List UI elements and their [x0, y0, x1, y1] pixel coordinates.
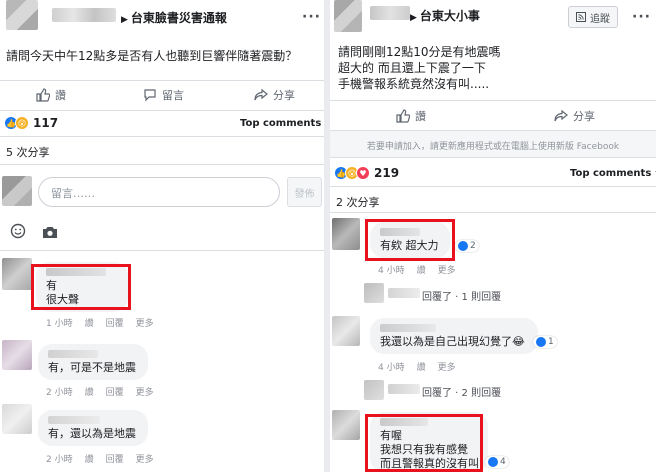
rss-icon: [576, 12, 586, 22]
commenter-avatar: [2, 258, 32, 290]
emoji-icon[interactable]: [10, 223, 26, 243]
page-avatar[interactable]: [6, 0, 38, 30]
comment-icon: [144, 89, 156, 102]
comment-meta: 2 小時讚回覆 更多: [46, 388, 154, 398]
like-button[interactable]: 讚: [36, 87, 66, 103]
author-name-pixelated: [52, 8, 116, 22]
commenter-name-pixelated: [380, 418, 428, 426]
comment-meta: 2 小時讚回覆 更多: [46, 455, 154, 465]
follow-button[interactable]: 追蹤: [568, 6, 618, 28]
comment-more-link[interactable]: 更多: [136, 455, 154, 465]
share-count[interactable]: 2 次分享: [336, 194, 380, 210]
comment-bubble: 有欸 超大力: [370, 222, 450, 258]
share-icon: [554, 109, 568, 122]
right-post-panel: ▶ 台東大小事 追蹤 ··· 請問剛剛12點10分是有地震嗎 超大的 而且還上下震…: [330, 0, 656, 472]
reactions-summary[interactable]: 👍 😮 117: [4, 116, 58, 130]
share-icon: [254, 88, 268, 101]
like-icon: [36, 88, 50, 102]
comment-more-link[interactable]: 更多: [136, 388, 154, 398]
like-reaction-icon: [458, 241, 468, 251]
page-name[interactable]: ▶ 台東大小事: [410, 7, 480, 24]
camera-icon[interactable]: [42, 224, 58, 243]
post-text: 請問剛剛12點10分是有地震嗎 超大的 而且還上下震了一下 手機警報系統竟然沒有…: [338, 45, 501, 91]
page-avatar[interactable]: [334, 0, 362, 32]
view-replies-link[interactable]: 回覆了 · 1 則回覆: [422, 288, 501, 303]
comment-bubble: 有，可是不是地震: [38, 344, 148, 380]
share-count[interactable]: 5 次分享: [6, 144, 50, 160]
comment-more-link[interactable]: 更多: [438, 266, 456, 276]
comment-reaction-badge[interactable]: 1: [533, 336, 557, 348]
commenter-avatar: [332, 218, 360, 250]
like-reaction-icon: [488, 457, 498, 467]
post-comment-button[interactable]: 發佈: [287, 177, 322, 207]
comment-meta: 4 小時讚更多: [378, 363, 456, 373]
top-comments-selector[interactable]: Top comments: [570, 168, 656, 179]
my-avatar: [2, 176, 32, 206]
comment-bubble: 有 很大聲: [36, 262, 128, 312]
comment-input[interactable]: 留言……: [38, 177, 280, 207]
comment-reaction-badge[interactable]: 2: [455, 240, 479, 252]
view-replies-link[interactable]: 回覆了 · 2 則回覆: [422, 384, 501, 399]
reactions-summary[interactable]: 👍 😮 ♥ 219: [334, 166, 399, 180]
replier-avatar: [364, 380, 384, 400]
share-button[interactable]: 分享: [254, 87, 295, 103]
share-button[interactable]: 分享: [554, 108, 595, 124]
commenter-name-pixelated: [48, 350, 98, 358]
commenter-name-pixelated: [380, 228, 420, 236]
comment-button[interactable]: 留言: [143, 87, 184, 103]
comment-meta: 1 小時讚回覆 更多: [46, 319, 154, 329]
commenter-name-pixelated: [48, 416, 100, 424]
comment-like-link[interactable]: 讚: [417, 266, 426, 276]
comment-like-link[interactable]: 讚: [85, 388, 94, 398]
comment-like-link[interactable]: 讚: [417, 363, 426, 373]
comment-reply-link[interactable]: 回覆: [106, 319, 124, 329]
commenter-avatar: [332, 410, 360, 440]
like-button[interactable]: 讚: [396, 108, 426, 124]
comment-reply-link[interactable]: 回覆: [106, 455, 124, 465]
love-reaction-icon: ♥: [356, 166, 370, 180]
commenter-avatar: [2, 404, 32, 434]
comment-bubble: 有喔 我想只有我有感覺 而且警報真的沒有叫: [370, 412, 488, 472]
comment-meta: 4 小時讚更多: [378, 266, 456, 276]
more-options-icon[interactable]: ···: [632, 9, 651, 25]
comment-more-link[interactable]: 更多: [438, 363, 456, 373]
comment-like-link[interactable]: 讚: [85, 455, 94, 465]
top-comments-selector[interactable]: Top comments: [240, 118, 324, 129]
post-text: 請問今天中午12點多是否有人也聽到巨響伴隨著震動？: [6, 49, 298, 63]
page-name[interactable]: ▶ 台東臉書災害通報: [121, 9, 227, 26]
comment-bubble: 我還以為是自己出現幻覺了😂: [370, 318, 538, 354]
comment-like-link[interactable]: 讚: [85, 319, 94, 329]
author-name-pixelated: [370, 6, 410, 20]
commenter-avatar: [2, 340, 32, 370]
replier-name-pixelated: [388, 288, 420, 298]
comment-more-link[interactable]: 更多: [136, 319, 154, 329]
wow-reaction-icon: 😮: [15, 116, 29, 130]
comment-reply-link[interactable]: 回覆: [106, 388, 124, 398]
comment-reaction-badge[interactable]: 4: [485, 456, 509, 468]
comment-bubble: 有，還以為是地震: [38, 410, 148, 446]
replier-name-pixelated: [388, 384, 420, 394]
commenter-avatar: [332, 316, 360, 346]
like-icon: [396, 109, 410, 123]
like-reaction-icon: [536, 337, 546, 347]
commenter-name-pixelated: [46, 268, 106, 276]
replier-avatar: [364, 283, 384, 303]
upgrade-notice[interactable]: 若要申請加入，請更新應用程式或在電腦上使用新版 Facebook: [330, 139, 656, 152]
left-post-panel: ▶ 台東臉書災害通報 ··· 請問今天中午12點多是否有人也聽到巨響伴隨著震動？ …: [0, 0, 324, 472]
commenter-name-pixelated: [380, 324, 436, 332]
more-options-icon[interactable]: ···: [302, 9, 321, 25]
